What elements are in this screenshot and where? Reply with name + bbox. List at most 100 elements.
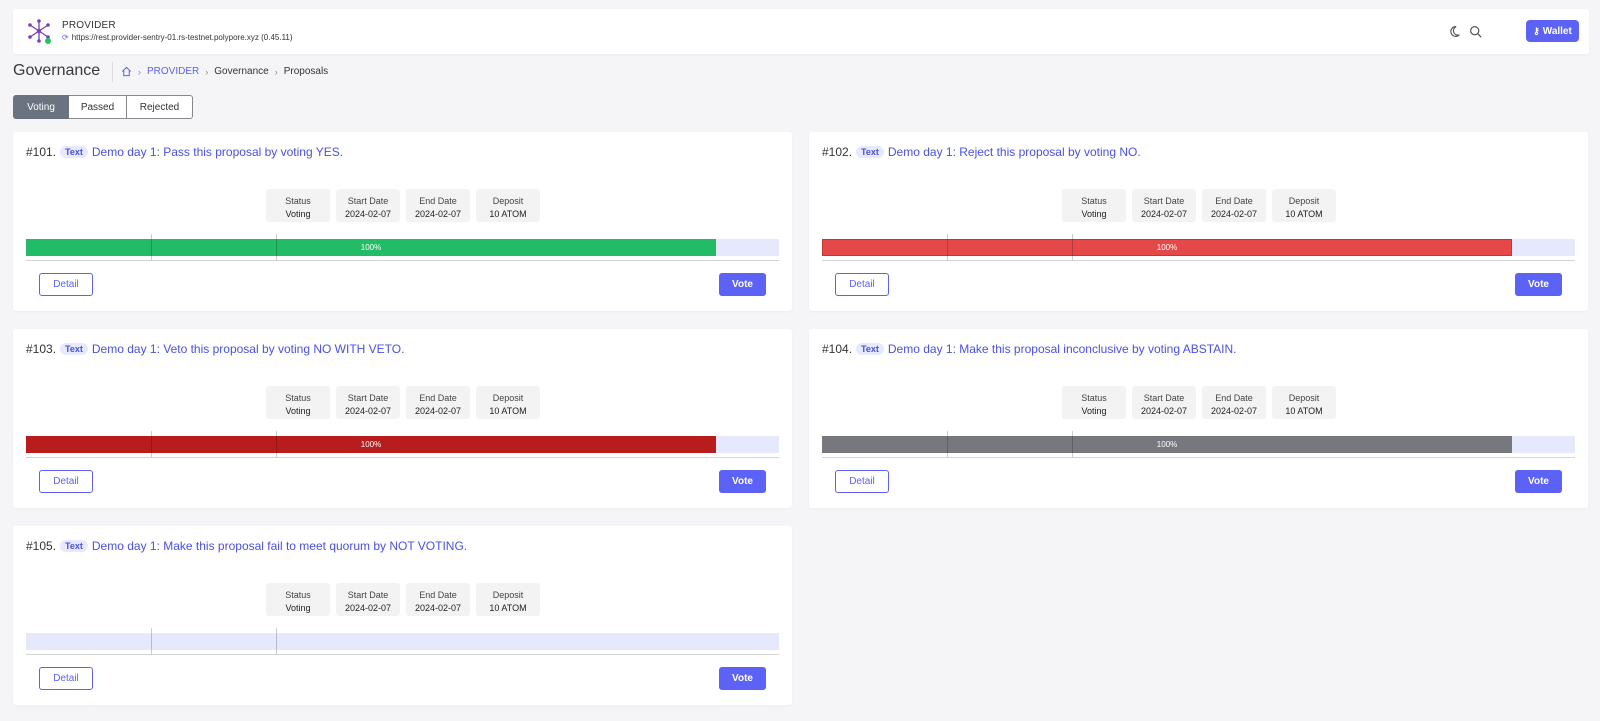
proposal-title-row: #104. Text Demo day 1: Make this proposa…: [822, 342, 1236, 356]
end-date-stat: End Date 2024-02-07: [1202, 386, 1266, 419]
proposal-stats: Status Voting Start Date 2024-02-07 End Da…: [1062, 189, 1336, 222]
stat-label: Status: [1081, 393, 1107, 403]
deposit-value: 10 ATOM: [489, 209, 527, 219]
tally-progress-bar: 100%: [26, 431, 779, 457]
tab-passed[interactable]: Passed: [69, 95, 127, 119]
proposal-id: #101.: [26, 145, 57, 159]
stat-label: Deposit: [492, 590, 524, 600]
status-value: Voting: [285, 406, 311, 416]
tally-progress-bar: 100%: [26, 234, 779, 260]
quorum-marker: [151, 234, 152, 260]
end-date-stat: End Date 2024-02-07: [1202, 189, 1266, 222]
detail-button[interactable]: Detail: [39, 667, 93, 690]
status-value: Voting: [1081, 406, 1107, 416]
vote-button[interactable]: Vote: [719, 667, 766, 690]
deposit-stat: Deposit 10 ATOM: [476, 583, 540, 616]
status-stat: Status Voting: [1062, 386, 1126, 419]
deposit-stat: Deposit 10 ATOM: [476, 189, 540, 222]
sync-icon: ⟳: [62, 33, 69, 42]
detail-button[interactable]: Detail: [835, 273, 889, 296]
wallet-button[interactable]: ⚷ Wallet: [1526, 20, 1579, 42]
detail-button[interactable]: Detail: [39, 470, 93, 493]
vote-button[interactable]: Vote: [719, 470, 766, 493]
end-date-value: 2024-02-07: [1210, 209, 1258, 219]
end-date-stat: End Date 2024-02-07: [406, 189, 470, 222]
proposal-card: #101. Text Demo day 1: Pass this proposa…: [13, 132, 792, 311]
vote-button[interactable]: Vote: [1515, 470, 1562, 493]
card-divider: [822, 260, 1575, 261]
proposal-stats: Status Voting Start Date 2024-02-07 End Da…: [266, 386, 540, 419]
status-stat: Status Voting: [266, 386, 330, 419]
threshold-marker: [276, 431, 277, 457]
proposal-id: #102.: [822, 145, 853, 159]
breadcrumb-governance[interactable]: Governance: [214, 66, 268, 77]
page-title: Governance: [13, 62, 101, 79]
endpoint-url[interactable]: ⟳ https://rest.provider-sentry-01.rs-test…: [62, 33, 293, 42]
proposal-card: #102. Text Demo day 1: Reject this propo…: [809, 132, 1588, 311]
tally-progress-bar: 100%: [822, 431, 1575, 457]
status-value: Voting: [1081, 209, 1107, 219]
stat-label: End Date: [419, 196, 457, 206]
proposal-stats: Status Voting Start Date 2024-02-07 End Da…: [1062, 386, 1336, 419]
end-date-value: 2024-02-07: [414, 603, 462, 613]
tab-voting[interactable]: Voting: [13, 95, 69, 119]
stat-label: Deposit: [1288, 196, 1320, 206]
status-stat: Status Voting: [1062, 189, 1126, 222]
proposal-type-badge: Text: [856, 343, 884, 355]
proposal-stats: Status Voting Start Date 2024-02-07 End Da…: [266, 583, 540, 616]
search-icon[interactable]: [1466, 22, 1484, 40]
proposal-type-badge: Text: [60, 540, 88, 552]
threshold-marker: [276, 234, 277, 260]
card-divider: [26, 457, 779, 458]
endpoint-text: https://rest.provider-sentry-01.rs-testn…: [71, 33, 293, 42]
wallet-icon: ⚷: [1533, 25, 1540, 36]
chevron-right-icon: ›: [205, 66, 209, 77]
stat-label: Status: [1081, 196, 1107, 206]
tally-percent: 100%: [360, 243, 382, 252]
card-divider: [822, 457, 1575, 458]
breadcrumb-chain[interactable]: PROVIDER: [147, 66, 199, 77]
status-value: Voting: [285, 209, 311, 219]
stat-label: Status: [285, 393, 311, 403]
stat-label: Status: [285, 590, 311, 600]
start-date-value: 2024-02-07: [1140, 209, 1188, 219]
top-navbar: PROVIDER ⟳ https://rest.provider-sentry-0…: [13, 9, 1589, 54]
threshold-marker: [1072, 234, 1073, 260]
tally-percent: 100%: [360, 440, 382, 449]
proposal-title-link[interactable]: Demo day 1: Make this proposal fail to m…: [92, 539, 467, 553]
moon-icon[interactable]: [1445, 22, 1463, 40]
chain-logo-icon: [28, 19, 51, 44]
proposal-title-link[interactable]: Demo day 1: Make this proposal inconclus…: [888, 342, 1237, 356]
tally-percent: 100%: [1156, 243, 1178, 252]
proposal-title-link[interactable]: Demo day 1: Pass this proposal by voting…: [92, 145, 343, 159]
deposit-value: 10 ATOM: [489, 406, 527, 416]
card-divider: [26, 654, 779, 655]
quorum-marker: [947, 431, 948, 457]
detail-button[interactable]: Detail: [835, 470, 889, 493]
proposal-title-row: #102. Text Demo day 1: Reject this propo…: [822, 145, 1141, 159]
stat-label: Start Date: [347, 393, 389, 403]
proposal-title-link[interactable]: Demo day 1: Reject this proposal by voti…: [888, 145, 1141, 159]
end-date-value: 2024-02-07: [414, 209, 462, 219]
stat-label: Status: [285, 196, 311, 206]
home-icon[interactable]: [121, 66, 132, 77]
detail-button[interactable]: Detail: [39, 273, 93, 296]
quorum-marker: [151, 628, 152, 654]
proposal-title-link[interactable]: Demo day 1: Veto this proposal by voting…: [92, 342, 405, 356]
start-date-stat: Start Date 2024-02-07: [1132, 189, 1196, 222]
stat-label: End Date: [1215, 393, 1253, 403]
status-stat: Status Voting: [266, 189, 330, 222]
tab-rejected[interactable]: Rejected: [127, 95, 193, 119]
proposal-id: #103.: [26, 342, 57, 356]
tally-percent: 100%: [1156, 440, 1178, 449]
stat-label: End Date: [419, 393, 457, 403]
vote-button[interactable]: Vote: [719, 273, 766, 296]
deposit-stat: Deposit 10 ATOM: [476, 386, 540, 419]
proposal-stats: Status Voting Start Date 2024-02-07 End Da…: [266, 189, 540, 222]
proposal-title-row: #103. Text Demo day 1: Veto this proposa…: [26, 342, 404, 356]
vote-button[interactable]: Vote: [1515, 273, 1562, 296]
tally-progress-bar: [26, 628, 779, 654]
proposal-status-tabs: Voting Passed Rejected: [13, 95, 193, 119]
card-divider: [26, 260, 779, 261]
start-date-value: 2024-02-07: [1140, 406, 1188, 416]
